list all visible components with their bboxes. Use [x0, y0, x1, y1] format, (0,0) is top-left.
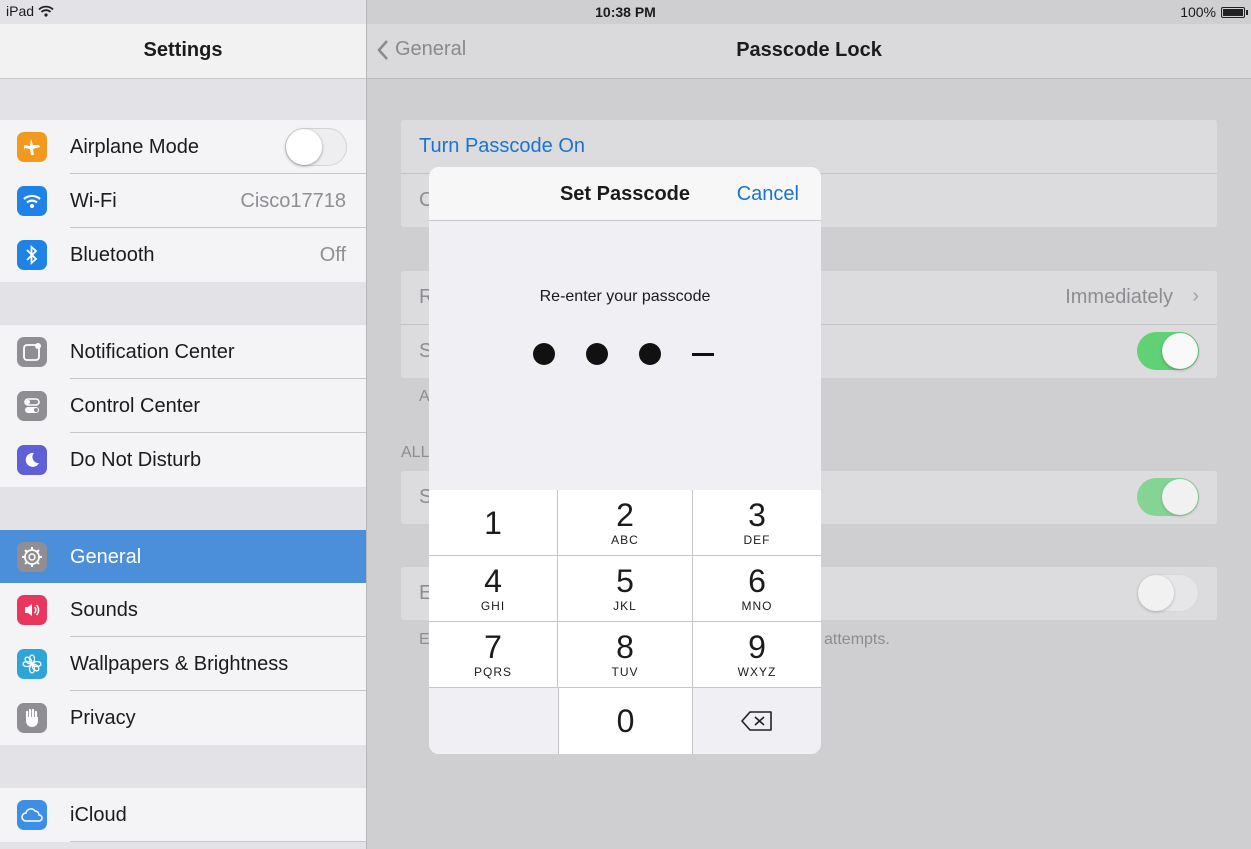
bluetooth-value: Off [319, 244, 346, 266]
key-5[interactable]: 5 JKL [558, 556, 693, 622]
key-0[interactable]: 0 [558, 688, 693, 754]
sidebar-item-label: Do Not Disturb [70, 449, 202, 471]
erase-note-end: attempts. [824, 631, 890, 648]
passcode-dot-filled [586, 343, 608, 365]
key-1[interactable]: 1 [429, 490, 558, 556]
bluetooth-icon [17, 240, 47, 270]
cancel-button[interactable]: Cancel [737, 183, 799, 206]
sidebar-item-label: Sounds [70, 599, 138, 621]
key-9[interactable]: 9 WXYZ [693, 622, 821, 688]
sidebar-item-sounds[interactable]: Sounds [0, 583, 366, 637]
key-6[interactable]: 6 MNO [693, 556, 821, 622]
sidebar-item-privacy[interactable]: Privacy [0, 691, 366, 745]
key-7[interactable]: 7 PQRS [429, 622, 558, 688]
page-title: Passcode Lock [736, 39, 882, 61]
cloud-icon [17, 800, 47, 830]
key-8[interactable]: 8 TUV [558, 622, 693, 688]
sidebar-item-label: Wallpapers & Brightness [70, 653, 289, 675]
hand-icon [17, 703, 47, 733]
sidebar-item-bluetooth[interactable]: Bluetooth Off [0, 228, 366, 282]
status-bar: iPad 10:38 PM 100% [0, 0, 1251, 24]
sidebar-item-label: Privacy [70, 707, 136, 729]
erase-data-toggle[interactable] [1137, 574, 1199, 612]
sidebar-item-do-not-disturb[interactable]: Do Not Disturb [0, 433, 366, 487]
simple-passcode-toggle[interactable] [1137, 332, 1199, 370]
settings-sidebar: Settings Airplane Mode Wi-Fi Cisco17718 … [0, 0, 367, 849]
delete-key[interactable] [693, 688, 821, 754]
sidebar-item-control-center[interactable]: Control Center [0, 379, 366, 433]
key-blank [429, 688, 558, 754]
numeric-keypad: 1 2 ABC 3 DEF 4 GHI 5 JKL 6 MNO 7 PQRS 8 TUV 9W… [429, 490, 821, 754]
key-3[interactable]: 3 DEF [693, 490, 821, 556]
airplane-icon [17, 132, 47, 162]
wifi-icon [17, 186, 47, 216]
passcode-dot-empty [692, 352, 714, 356]
sidebar-item-wifi[interactable]: Wi-Fi Cisco17718 [0, 174, 366, 228]
sidebar-item-label: Airplane Mode [70, 136, 199, 158]
flower-icon [17, 649, 47, 679]
siri-toggle[interactable] [1137, 478, 1199, 516]
sidebar-item-label: Wi-Fi [70, 190, 117, 212]
sidebar-item-label: iCloud [70, 804, 127, 826]
sidebar-item-airplane-mode[interactable]: Airplane Mode [0, 120, 366, 174]
speaker-icon [17, 595, 47, 625]
battery-percent: 100% [1180, 4, 1216, 20]
sidebar-item-label: Notification Center [70, 341, 235, 363]
notification-icon [17, 337, 47, 367]
backspace-icon [741, 711, 772, 731]
detail-header: General Passcode Lock [367, 24, 1251, 79]
status-time: 10:38 PM [595, 4, 656, 20]
moon-icon [17, 445, 47, 475]
passcode-dot-filled [533, 343, 555, 365]
sidebar-item-label: Bluetooth [70, 244, 155, 266]
require-passcode-value: Immediately [1065, 286, 1173, 308]
key-4[interactable]: 4 GHI [429, 556, 558, 622]
control-center-icon [17, 391, 47, 421]
sidebar-item-notification-center[interactable]: Notification Center [0, 325, 366, 379]
passcode-entry-indicator [533, 343, 714, 365]
wifi-network-value: Cisco17718 [240, 190, 346, 212]
sidebar-item-label: Control Center [70, 395, 201, 417]
section-header-allow: ALL [401, 444, 430, 461]
sidebar-header: Settings [0, 24, 366, 79]
key-2[interactable]: 2 ABC [558, 490, 693, 556]
passcode-dot-filled [639, 343, 661, 365]
turn-passcode-on-row[interactable]: Turn Passcode On [401, 120, 1217, 174]
set-passcode-dialog: Set Passcode Cancel Re-enter your passco… [429, 167, 821, 754]
turn-passcode-on-label: Turn Passcode On [419, 135, 586, 157]
sidebar-title: Settings [143, 39, 223, 61]
sidebar-item-label: General [70, 546, 142, 568]
dialog-header: Set Passcode Cancel [429, 167, 821, 221]
battery-icon [1221, 6, 1248, 18]
sidebar-item-icloud[interactable]: iCloud [0, 788, 366, 842]
airplane-mode-toggle[interactable] [285, 128, 347, 166]
sidebar-item-wallpapers-brightness[interactable]: Wallpapers & Brightness [0, 637, 366, 691]
chevron-right-icon: › [1192, 285, 1199, 307]
sidebar-item-general[interactable]: General [0, 530, 366, 584]
passcode-prompt: Re-enter your passcode [539, 288, 711, 305]
gear-icon [17, 542, 47, 572]
